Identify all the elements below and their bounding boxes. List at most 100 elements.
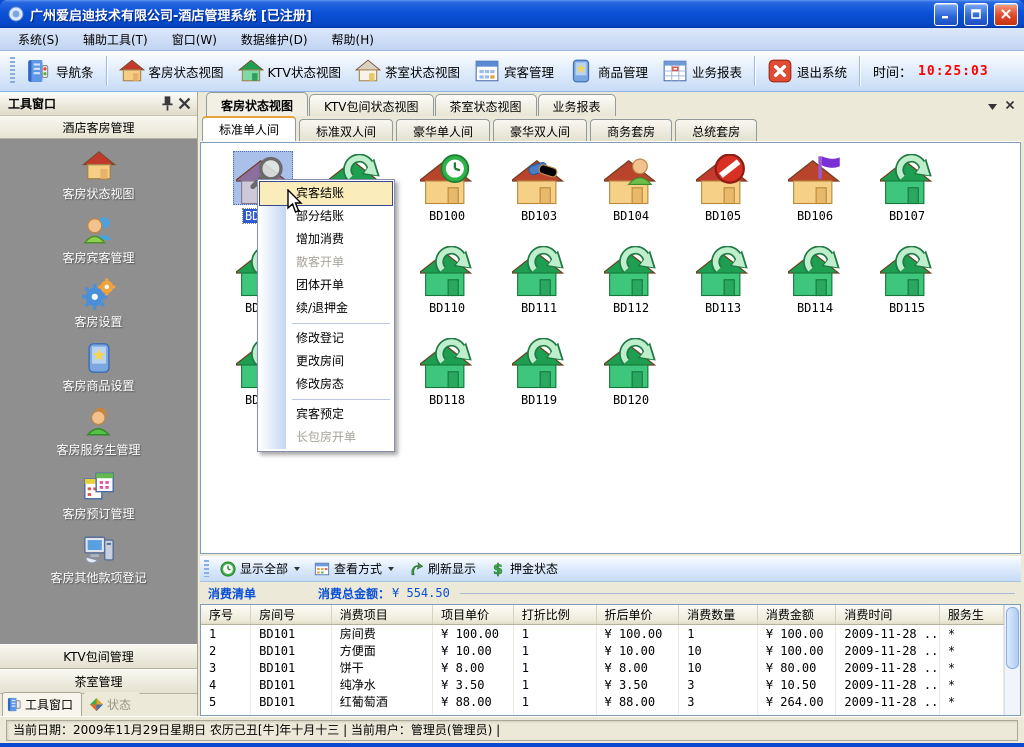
sidebar-item-room-settings[interactable]: 客房设置	[14, 277, 184, 341]
deposit-dollar-icon: $	[490, 561, 506, 577]
context-menu-item-renew-refund-deposit[interactable]: 续/退押金	[260, 297, 392, 320]
room-type-tab-4[interactable]: 商务套房	[590, 119, 672, 141]
toolbar-button-room-status-view[interactable]: 客房状态视图	[112, 55, 231, 87]
room-BD114[interactable]: BD114	[769, 243, 861, 335]
consumption-row[interactable]: 4BD101纯净水¥ 3.501¥ 3.503¥ 10.502009-11-28…	[201, 676, 1004, 693]
sidebar-item-room-waiter-management[interactable]: 客房服务生管理	[14, 405, 184, 469]
toolbar-button-ktv-status-view[interactable]: KTV状态视图	[231, 55, 348, 87]
room-BD118[interactable]: BD118	[401, 335, 493, 427]
toolbar-button-guest-management[interactable]: 宾客管理	[467, 55, 561, 87]
consumption-row[interactable]: 2BD101方便面¥ 10.001¥ 10.0010¥ 100.002009-1…	[201, 642, 1004, 659]
doc-tab-1[interactable]: KTV包间状态视图	[309, 94, 433, 116]
consumption-row[interactable]: 5BD101红葡萄酒¥ 88.001¥ 88.003¥ 264.002009-1…	[201, 693, 1004, 710]
booking-calendar-icon	[80, 469, 118, 503]
room-label: BD120	[611, 393, 651, 407]
context-menu-item-modify-room-status[interactable]: 修改房态	[260, 373, 392, 396]
column-header-0[interactable]: 序号	[201, 605, 251, 625]
column-header-5[interactable]: 折后单价	[596, 605, 679, 625]
room-type-tab-1[interactable]: 标准双人间	[299, 119, 393, 141]
pin-icon[interactable]	[159, 96, 176, 112]
column-header-6[interactable]: 消费数量	[679, 605, 758, 625]
room-BD112[interactable]: BD112	[585, 243, 677, 335]
room-BD106[interactable]: BD106	[769, 151, 861, 243]
menu-item-4[interactable]: 帮助(H)	[320, 29, 386, 50]
tab-list-dropdown-icon[interactable]	[988, 99, 997, 113]
close-panel-icon[interactable]	[176, 96, 193, 112]
room-BD103[interactable]: BD103	[493, 151, 585, 243]
sidebar-group-button-1[interactable]: 茶室管理	[0, 669, 197, 694]
doc-tab-2[interactable]: 茶室状态视图	[435, 94, 537, 116]
sidebar-tab-tool-window[interactable]: 工具窗口	[2, 692, 82, 716]
room-BD119[interactable]: BD119	[493, 335, 585, 427]
menu-item-1[interactable]: 辅助工具(T)	[71, 29, 160, 50]
column-header-7[interactable]: 消费金额	[757, 605, 836, 625]
document-tab-strip: 客房状态视图KTV包间状态视图茶室状态视图业务报表	[200, 92, 1021, 116]
context-menu-item-modify-registration[interactable]: 修改登记	[260, 327, 392, 350]
main-area: 工具窗口 酒店客房管理 客房状态视图 客房宾客管理 客房设置 客房商品设置 客房…	[0, 92, 1024, 716]
sidebar-item-room-other-payments[interactable]: 客房其他款项登记	[14, 533, 184, 597]
menu-item-2[interactable]: 窗口(W)	[160, 29, 229, 50]
title-bar[interactable]: 广州爱启迪技术有限公司-酒店管理系统 [已注册]	[0, 0, 1024, 28]
tab-close-icon[interactable]	[1005, 99, 1015, 113]
room-BD110[interactable]: BD110	[401, 243, 493, 335]
room-BD115[interactable]: BD115	[861, 243, 953, 335]
context-menu-item-group-open-bill[interactable]: 团体开单	[260, 274, 392, 297]
sidebar-item-room-status-view[interactable]: 客房状态视图	[14, 149, 184, 213]
context-menu-item-guest-checkout[interactable]: 宾客结账	[260, 182, 392, 205]
column-header-8[interactable]: 消费时间	[836, 605, 939, 625]
context-menu-item-guest-reservation[interactable]: 宾客预定	[260, 403, 392, 426]
menu-item-0[interactable]: 系统(S)	[6, 29, 71, 50]
column-header-9[interactable]: 服务生	[939, 605, 1003, 625]
close-button[interactable]	[994, 3, 1018, 26]
context-menu-item-longterm-open-bill[interactable]: 长包房开单	[260, 426, 392, 449]
minimize-button[interactable]	[934, 3, 958, 26]
action-button-deposit-status[interactable]: $押金状态	[483, 558, 565, 579]
sidebar-item-room-guest-management[interactable]: 客房宾客管理	[14, 213, 184, 277]
sidebar-group-header[interactable]: 酒店客房管理	[0, 116, 197, 139]
toolbar-button-navigator[interactable]: 导航条	[19, 55, 101, 87]
room-BD104[interactable]: BD104	[585, 151, 677, 243]
doc-tab-0[interactable]: 客房状态视图	[206, 92, 308, 116]
toolbar-button-goods-management[interactable]: 商品管理	[561, 55, 655, 87]
toolbar-button-exit-system[interactable]: 退出系统	[760, 55, 854, 87]
context-menu-item-change-room[interactable]: 更改房间	[260, 350, 392, 373]
room-house-vacant-icon	[509, 335, 569, 389]
sidebar-item-room-goods-settings[interactable]: 客房商品设置	[14, 341, 184, 405]
consumption-row[interactable]: 3BD101饼干¥ 8.001¥ 8.0010¥ 80.002009-11-28…	[201, 659, 1004, 676]
sidebar-item-room-booking-management[interactable]: 客房预订管理	[14, 469, 184, 533]
sidebar-tab-status[interactable]: 状态	[84, 692, 140, 716]
column-header-4[interactable]: 打折比例	[513, 605, 596, 625]
room-label: BD103	[519, 209, 559, 223]
vscroll-thumb[interactable]	[1006, 607, 1019, 669]
room-BD105[interactable]: BD105	[677, 151, 769, 243]
room-type-tab-3[interactable]: 豪华双人间	[493, 119, 587, 141]
room-BD111[interactable]: BD111	[493, 243, 585, 335]
column-header-1[interactable]: 房间号	[251, 605, 332, 625]
column-header-2[interactable]: 消费项目	[331, 605, 432, 625]
room-BD113[interactable]: BD113	[677, 243, 769, 335]
context-menu-item-partial-checkout[interactable]: 部分结账	[260, 205, 392, 228]
context-menu-item-walkin-open-bill[interactable]: 散客开单	[260, 251, 392, 274]
room-BD100[interactable]: BD100	[401, 151, 493, 243]
maximize-button[interactable]	[964, 3, 988, 26]
room-BD107[interactable]: BD107	[861, 151, 953, 243]
window-title: 广州爱启迪技术有限公司-酒店管理系统 [已注册]	[30, 5, 928, 24]
context-menu-item-add-consumption[interactable]: 增加消费	[260, 228, 392, 251]
doc-tab-3[interactable]: 业务报表	[538, 94, 616, 116]
menu-item-3[interactable]: 数据维护(D)	[229, 29, 320, 50]
room-BD120[interactable]: BD120	[585, 335, 677, 427]
action-button-refresh-display[interactable]: 刷新显示	[401, 558, 483, 579]
column-header-3[interactable]: 项目单价	[433, 605, 514, 625]
room-type-tab-2[interactable]: 豪华单人间	[396, 119, 490, 141]
vertical-scrollbar[interactable]	[1004, 605, 1020, 715]
toolbar-button-tea-status-view[interactable]: 茶室状态视图	[348, 55, 467, 87]
action-button-show-all[interactable]: 显示全部	[213, 558, 307, 579]
consumption-action-bar: 显示全部查看方式刷新显示$押金状态	[200, 556, 1021, 582]
room-type-tab-5[interactable]: 总统套房	[675, 119, 757, 141]
app-window: 广州爱启迪技术有限公司-酒店管理系统 [已注册] 系统(S)辅助工具(T)窗口(…	[0, 0, 1024, 747]
consumption-row[interactable]: 1BD101房间费¥ 100.001¥ 100.001¥ 100.002009-…	[201, 625, 1004, 643]
room-type-tab-0[interactable]: 标准单人间	[202, 116, 296, 141]
sidebar-group-button-0[interactable]: KTV包间管理	[0, 644, 197, 669]
action-button-view-mode[interactable]: 查看方式	[307, 558, 401, 579]
toolbar-button-business-report[interactable]: 业务报表	[655, 55, 749, 87]
